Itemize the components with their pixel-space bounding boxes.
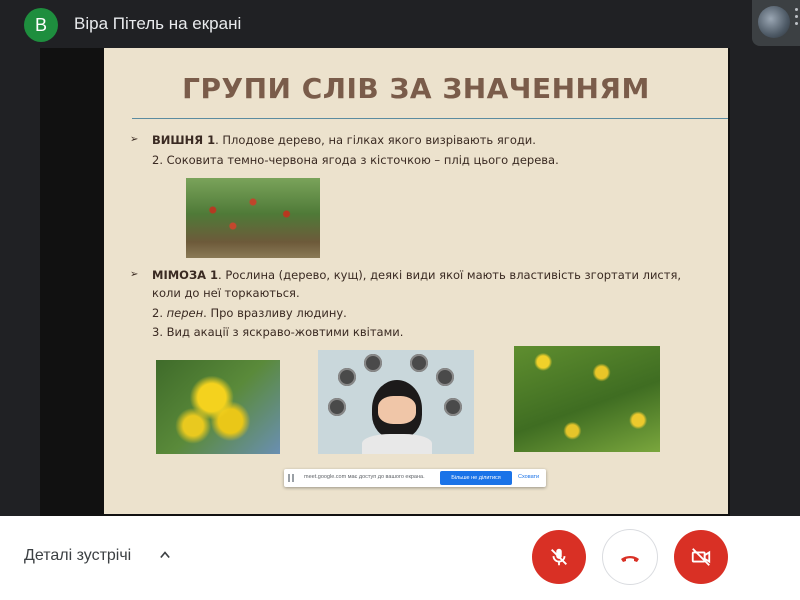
screen-share-notice: meet.google.com має доступ до вашого екр… (284, 469, 546, 487)
camera-toggle-button[interactable] (674, 530, 728, 584)
leave-call-button[interactable] (603, 530, 657, 584)
meeting-details-button[interactable]: Деталі зустрічі (24, 547, 131, 565)
emoji-icon (364, 354, 382, 372)
more-options-icon[interactable] (795, 8, 798, 26)
hands-shape (378, 396, 416, 424)
entry-mimosa-line1: МІМОЗА 1. Рослина (дерево, кущ), деякі в… (152, 268, 681, 282)
slide-title: ГРУПИ СЛІВ ЗА ЗНАЧЕННЯМ (182, 72, 650, 105)
mic-toggle-button[interactable] (532, 530, 586, 584)
top-bar: В Віра Пітель на екрані (0, 0, 800, 48)
cherry-tree-photo (186, 178, 320, 258)
mimosa-flowers-photo (156, 360, 280, 454)
term-cherry: ВИШНЯ 1 (152, 133, 216, 147)
cherry-definition-2: 2. Соковита темно-червона ягода з кісточ… (152, 153, 559, 167)
mimosa-def2-rest: . Про вразливу людину. (203, 306, 347, 320)
acacia-photo (514, 346, 660, 452)
stop-sharing-button[interactable]: Більше не ділитися (440, 471, 512, 485)
mimosa-def2-num: 2. (152, 306, 167, 320)
emoji-icon (328, 398, 346, 416)
emoji-icon (410, 354, 428, 372)
chevron-up-icon[interactable] (160, 550, 170, 560)
self-avatar (758, 6, 790, 38)
share-notice-text: meet.google.com має доступ до вашого екр… (304, 474, 425, 480)
emoji-icon (338, 368, 356, 386)
hide-notice-button[interactable]: Сховати (518, 474, 539, 480)
emoji-icon (444, 398, 462, 416)
mimosa-definition-3: 3. Вид акації з яскраво-жовтими квітами. (152, 325, 404, 339)
bottom-bar: Деталі зустрічі (0, 516, 800, 600)
entry-cherry-line1: ВИШНЯ 1. Плодове дерево, на гілках якого… (152, 133, 536, 147)
bullet-icon: ➢ (130, 269, 139, 280)
sensitive-person-photo (318, 350, 474, 454)
videocam-off-icon (691, 548, 711, 566)
mimosa-definition-1: . Рослина (дерево, кущ), деякі види якої… (218, 268, 682, 282)
mimosa-definition-2: 2. перен. Про вразливу людину. (152, 306, 347, 320)
body-shape (362, 434, 432, 454)
call-end-icon (621, 556, 639, 562)
mic-off-icon (551, 548, 567, 566)
emoji-icon (436, 368, 454, 386)
self-video-tile[interactable] (752, 0, 800, 46)
presentation-slide: ГРУПИ СЛІВ ЗА ЗНАЧЕННЯМ ➢ ВИШНЯ 1. Плодо… (104, 48, 728, 514)
mimosa-def2-italic: перен (166, 306, 204, 320)
mimosa-definition-1-cont: коли до неї торкаються. (152, 286, 300, 300)
bullet-icon: ➢ (130, 134, 139, 145)
term-mimosa: МІМОЗА 1 (152, 268, 219, 282)
title-divider (132, 118, 728, 119)
cherry-definition-1: . Плодове дерево, на гілках якого визрів… (215, 133, 536, 147)
pause-icon (288, 474, 294, 482)
presenter-avatar: В (24, 8, 58, 42)
presenter-title: Віра Пітель на екрані (74, 14, 242, 33)
